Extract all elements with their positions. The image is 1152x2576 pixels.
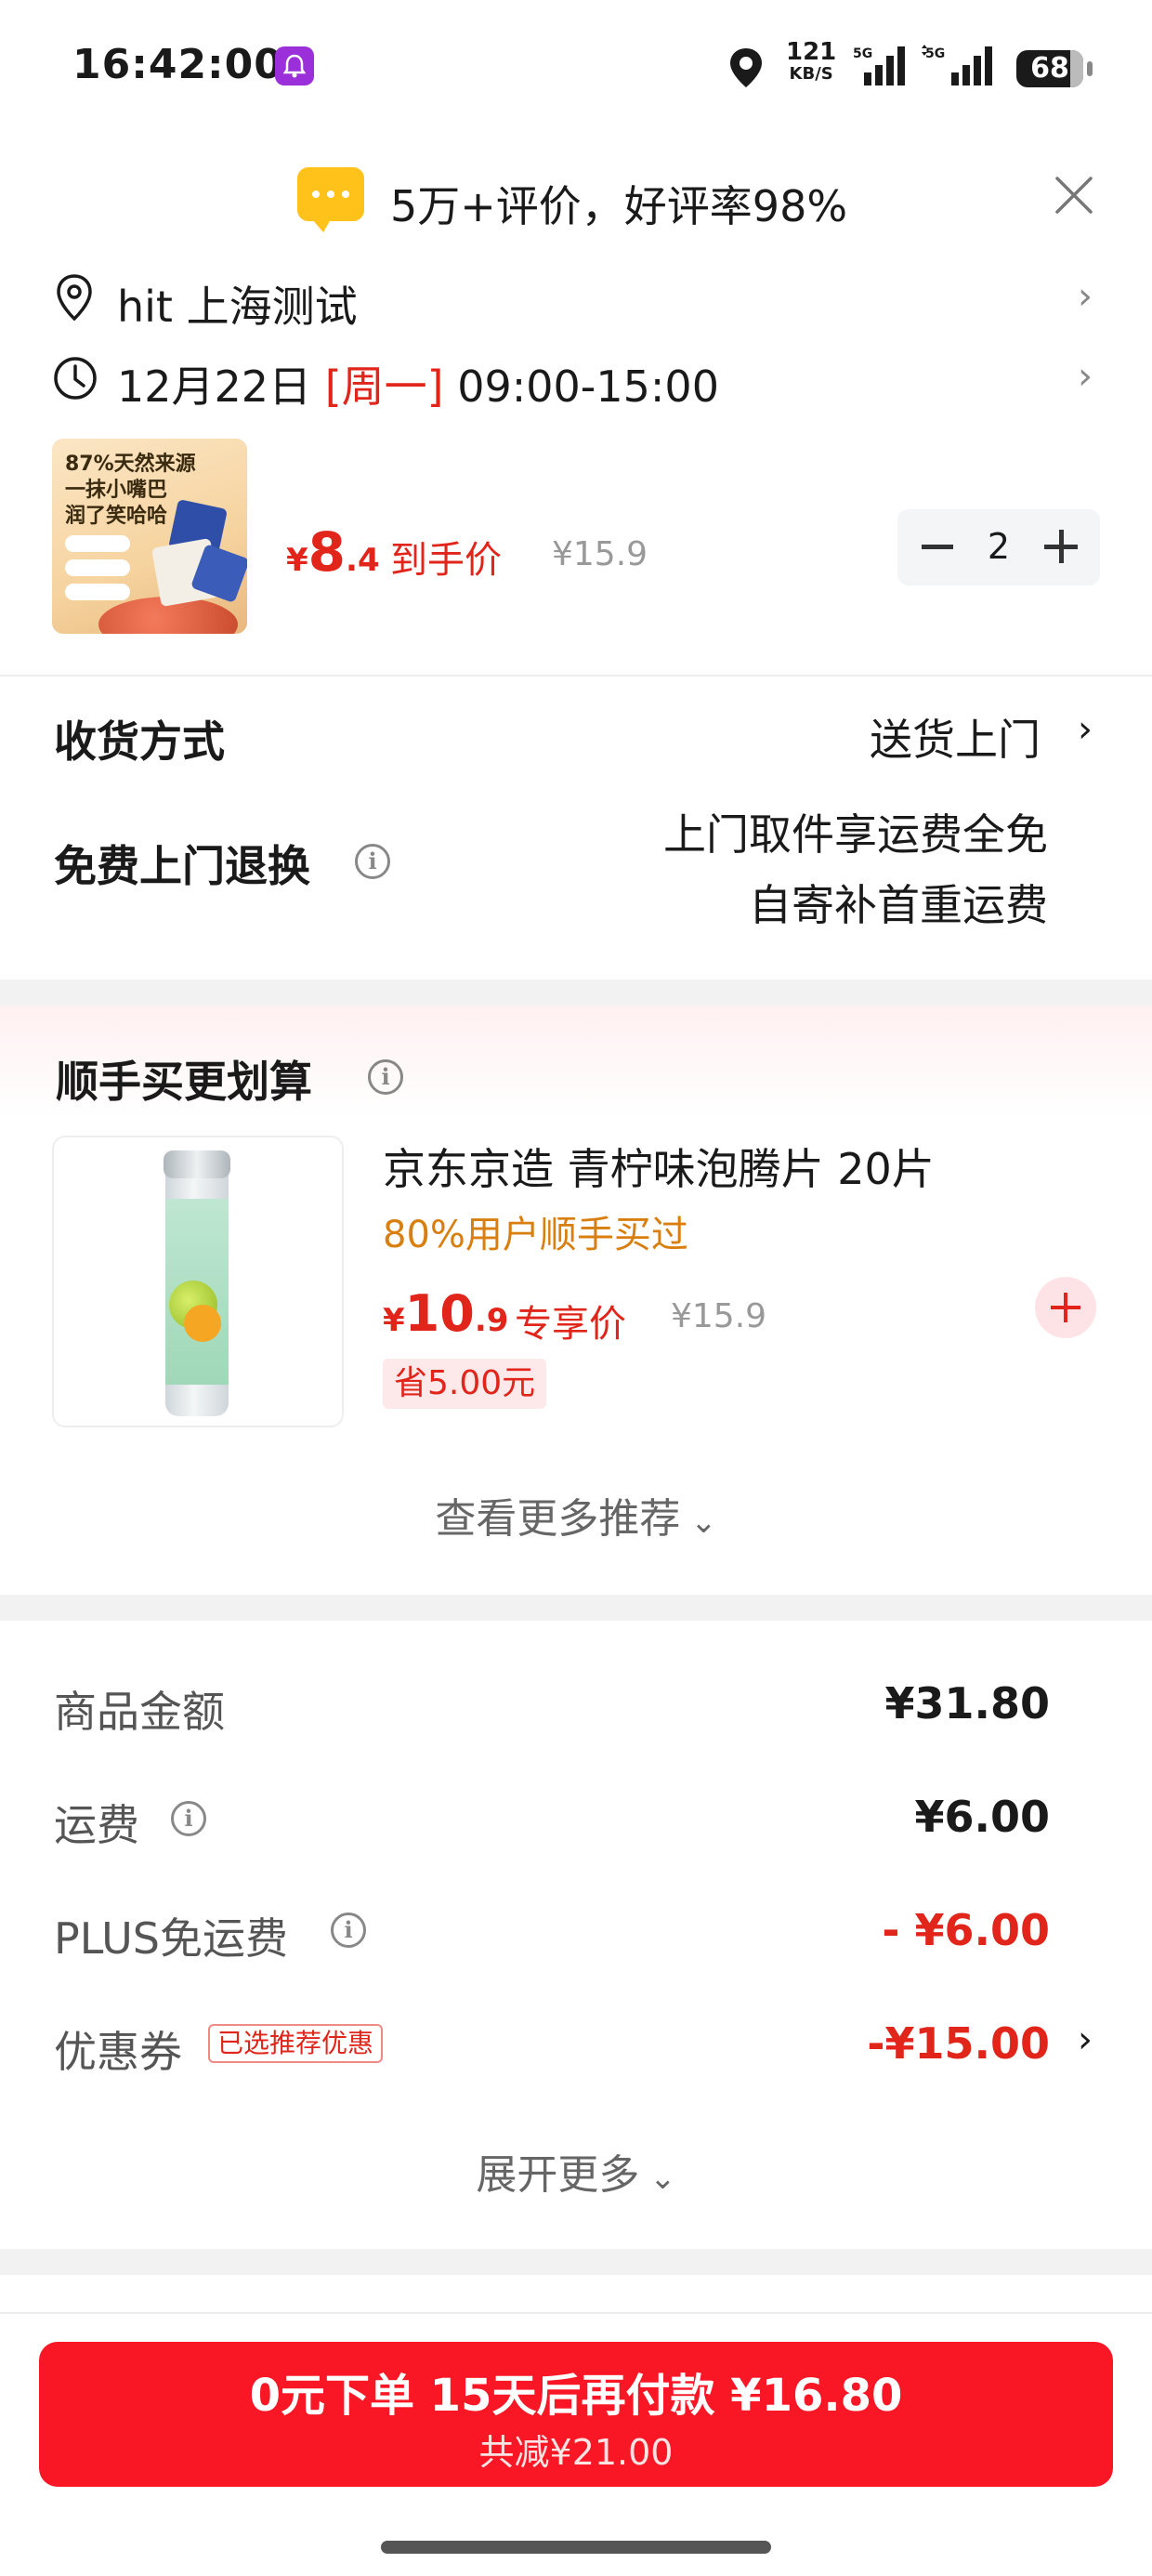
review-summary: 5万+评价，好评率98% [390, 181, 848, 231]
coupon-recommended-tag: 已选推荐优惠 [208, 2024, 384, 2063]
chevron-right-icon: › [1078, 275, 1093, 318]
chevron-right-icon: › [1078, 355, 1093, 398]
price-decimal: .4 [346, 542, 380, 579]
info-icon[interactable]: i [171, 1801, 206, 1836]
order-confirm-screen: 16:42:00 121 KB/S 5G 5G 68 5万+评价，好评率98% [0, 0, 1152, 2576]
delivery-time-text: 12月22日 [周一] 09:00-15:00 [117, 353, 719, 414]
add-to-order-button[interactable] [1035, 1277, 1096, 1338]
section-gap [0, 979, 1152, 1005]
upsell-product-subtitle: 80%用户顺手买过 [383, 1214, 688, 1256]
battery-indicator: 68 [1016, 50, 1093, 87]
summary-value-plus-shipping: - ¥6.00 [882, 1905, 1050, 1955]
price-currency: ¥ [286, 542, 308, 579]
section-gap [0, 2249, 1152, 2275]
price-currency: ¥ [383, 1302, 405, 1339]
divider [0, 2312, 1152, 2314]
price-decimal: .9 [474, 1302, 509, 1339]
price-integer: 10 [404, 1284, 475, 1343]
delivery-date: 12月22日 [117, 361, 325, 412]
upsell-original-price: ¥15.9 [671, 1297, 767, 1335]
signal-5g-icon-1: 5G [853, 45, 910, 91]
view-more-label: 查看更多推荐 [435, 1495, 681, 1543]
battery-level: 68 [1030, 52, 1069, 85]
clock-icon [52, 355, 98, 405]
upsell-product-name[interactable]: 京东京造 青柠味泡腾片 20片 [383, 1136, 935, 1197]
submit-order-button[interactable]: 0元下单 15天后再付款 ¥16.80 共减¥21.00 [39, 2342, 1113, 2487]
delivery-weekday: [周一] [324, 361, 444, 412]
expand-more[interactable]: 展开更多 ⌄ [0, 2141, 1152, 2201]
location-pin-icon [52, 273, 97, 327]
delivery-method-label: 收货方式 [54, 716, 225, 767]
chevron-down-icon: ⌄ [639, 2160, 676, 2197]
status-time: 16:42:00 [72, 41, 283, 88]
battery-empty-segment [1070, 50, 1083, 87]
quantity-stepper: 2 [897, 509, 1100, 585]
free-return-line2: 自寄补首重运费 [749, 880, 1048, 930]
final-price-label: 到手价 [390, 539, 502, 582]
info-icon[interactable]: i [355, 844, 390, 879]
info-icon[interactable]: i [331, 1912, 366, 1948]
delivery-time-range: 09:00-15:00 [443, 361, 719, 412]
product-image-line: 一抹小嘴巴 [65, 479, 168, 502]
notification-bell-icon [275, 46, 314, 85]
signal-5g-icon-2: 5G [922, 45, 1000, 91]
chevron-right-icon[interactable]: › [1078, 708, 1093, 751]
location-status-icon [727, 46, 766, 93]
address-text: hit 上海测试 [117, 282, 358, 332]
expand-more-label: 展开更多 [476, 2151, 640, 2199]
free-return-line1: 上门取件享运费全免 [663, 809, 1048, 860]
upsell-title: 顺手买更划算 [56, 1057, 312, 1107]
svg-text:5G: 5G [925, 46, 945, 61]
chevron-right-icon[interactable]: › [1078, 2018, 1093, 2061]
home-indicator[interactable] [381, 2541, 771, 2554]
info-icon[interactable]: i [368, 1059, 403, 1095]
section-gap [0, 1595, 1152, 1621]
summary-label-shipping: 运费 [54, 1800, 139, 1850]
delivery-time-row[interactable]: 12月22日 [周一] 09:00-15:00 › [0, 349, 1152, 420]
address-row[interactable]: hit 上海测试 › [0, 269, 1152, 340]
network-speed-unit: KB/S [789, 64, 833, 84]
svg-text:5G: 5G [853, 46, 872, 61]
summary-label-coupon: 优惠券 [54, 2027, 182, 2077]
summary-value-shipping: ¥6.00 [914, 1792, 1050, 1842]
network-speed-value: 121 [786, 38, 837, 66]
product-image[interactable]: 87%天然来源 一抹小嘴巴 润了笑哈哈 [52, 439, 247, 634]
summary-value-goods: ¥31.80 [884, 1678, 1050, 1728]
product-image-line: 87%天然来源 [65, 453, 196, 476]
chevron-down-icon: ⌄ [680, 1504, 717, 1541]
product-final-price: ¥8.4 [286, 520, 380, 584]
upsell-price-label: 专享价 [515, 1303, 626, 1346]
summary-value-coupon[interactable]: -¥15.00 [867, 2018, 1050, 2069]
summary-label-goods: 商品金额 [54, 1687, 225, 1737]
view-more-recommendations[interactable]: 查看更多推荐 ⌄ [0, 1485, 1152, 1544]
delivery-method-value[interactable]: 送货上门 [818, 706, 1041, 768]
upsell-product-price: ¥10.9 [383, 1284, 508, 1343]
increase-quantity-button[interactable] [1044, 530, 1078, 563]
close-icon[interactable] [1054, 175, 1094, 219]
upsell-product-image[interactable] [52, 1136, 344, 1427]
price-integer: 8 [308, 520, 347, 584]
savings-badge: 省5.00元 [383, 1359, 547, 1409]
summary-label-plus-shipping: PLUS免运费 [54, 1913, 288, 1964]
original-price: ¥15.9 [552, 535, 648, 573]
submit-order-label: 0元下单 15天后再付款 ¥16.80 [249, 2370, 903, 2422]
network-speed: 121 KB/S [786, 38, 837, 85]
divider [0, 675, 1152, 677]
total-discount-label: 共减¥21.00 [478, 2432, 674, 2473]
free-return-label: 免费上门退换 [54, 841, 310, 891]
review-chat-icon [297, 167, 364, 232]
